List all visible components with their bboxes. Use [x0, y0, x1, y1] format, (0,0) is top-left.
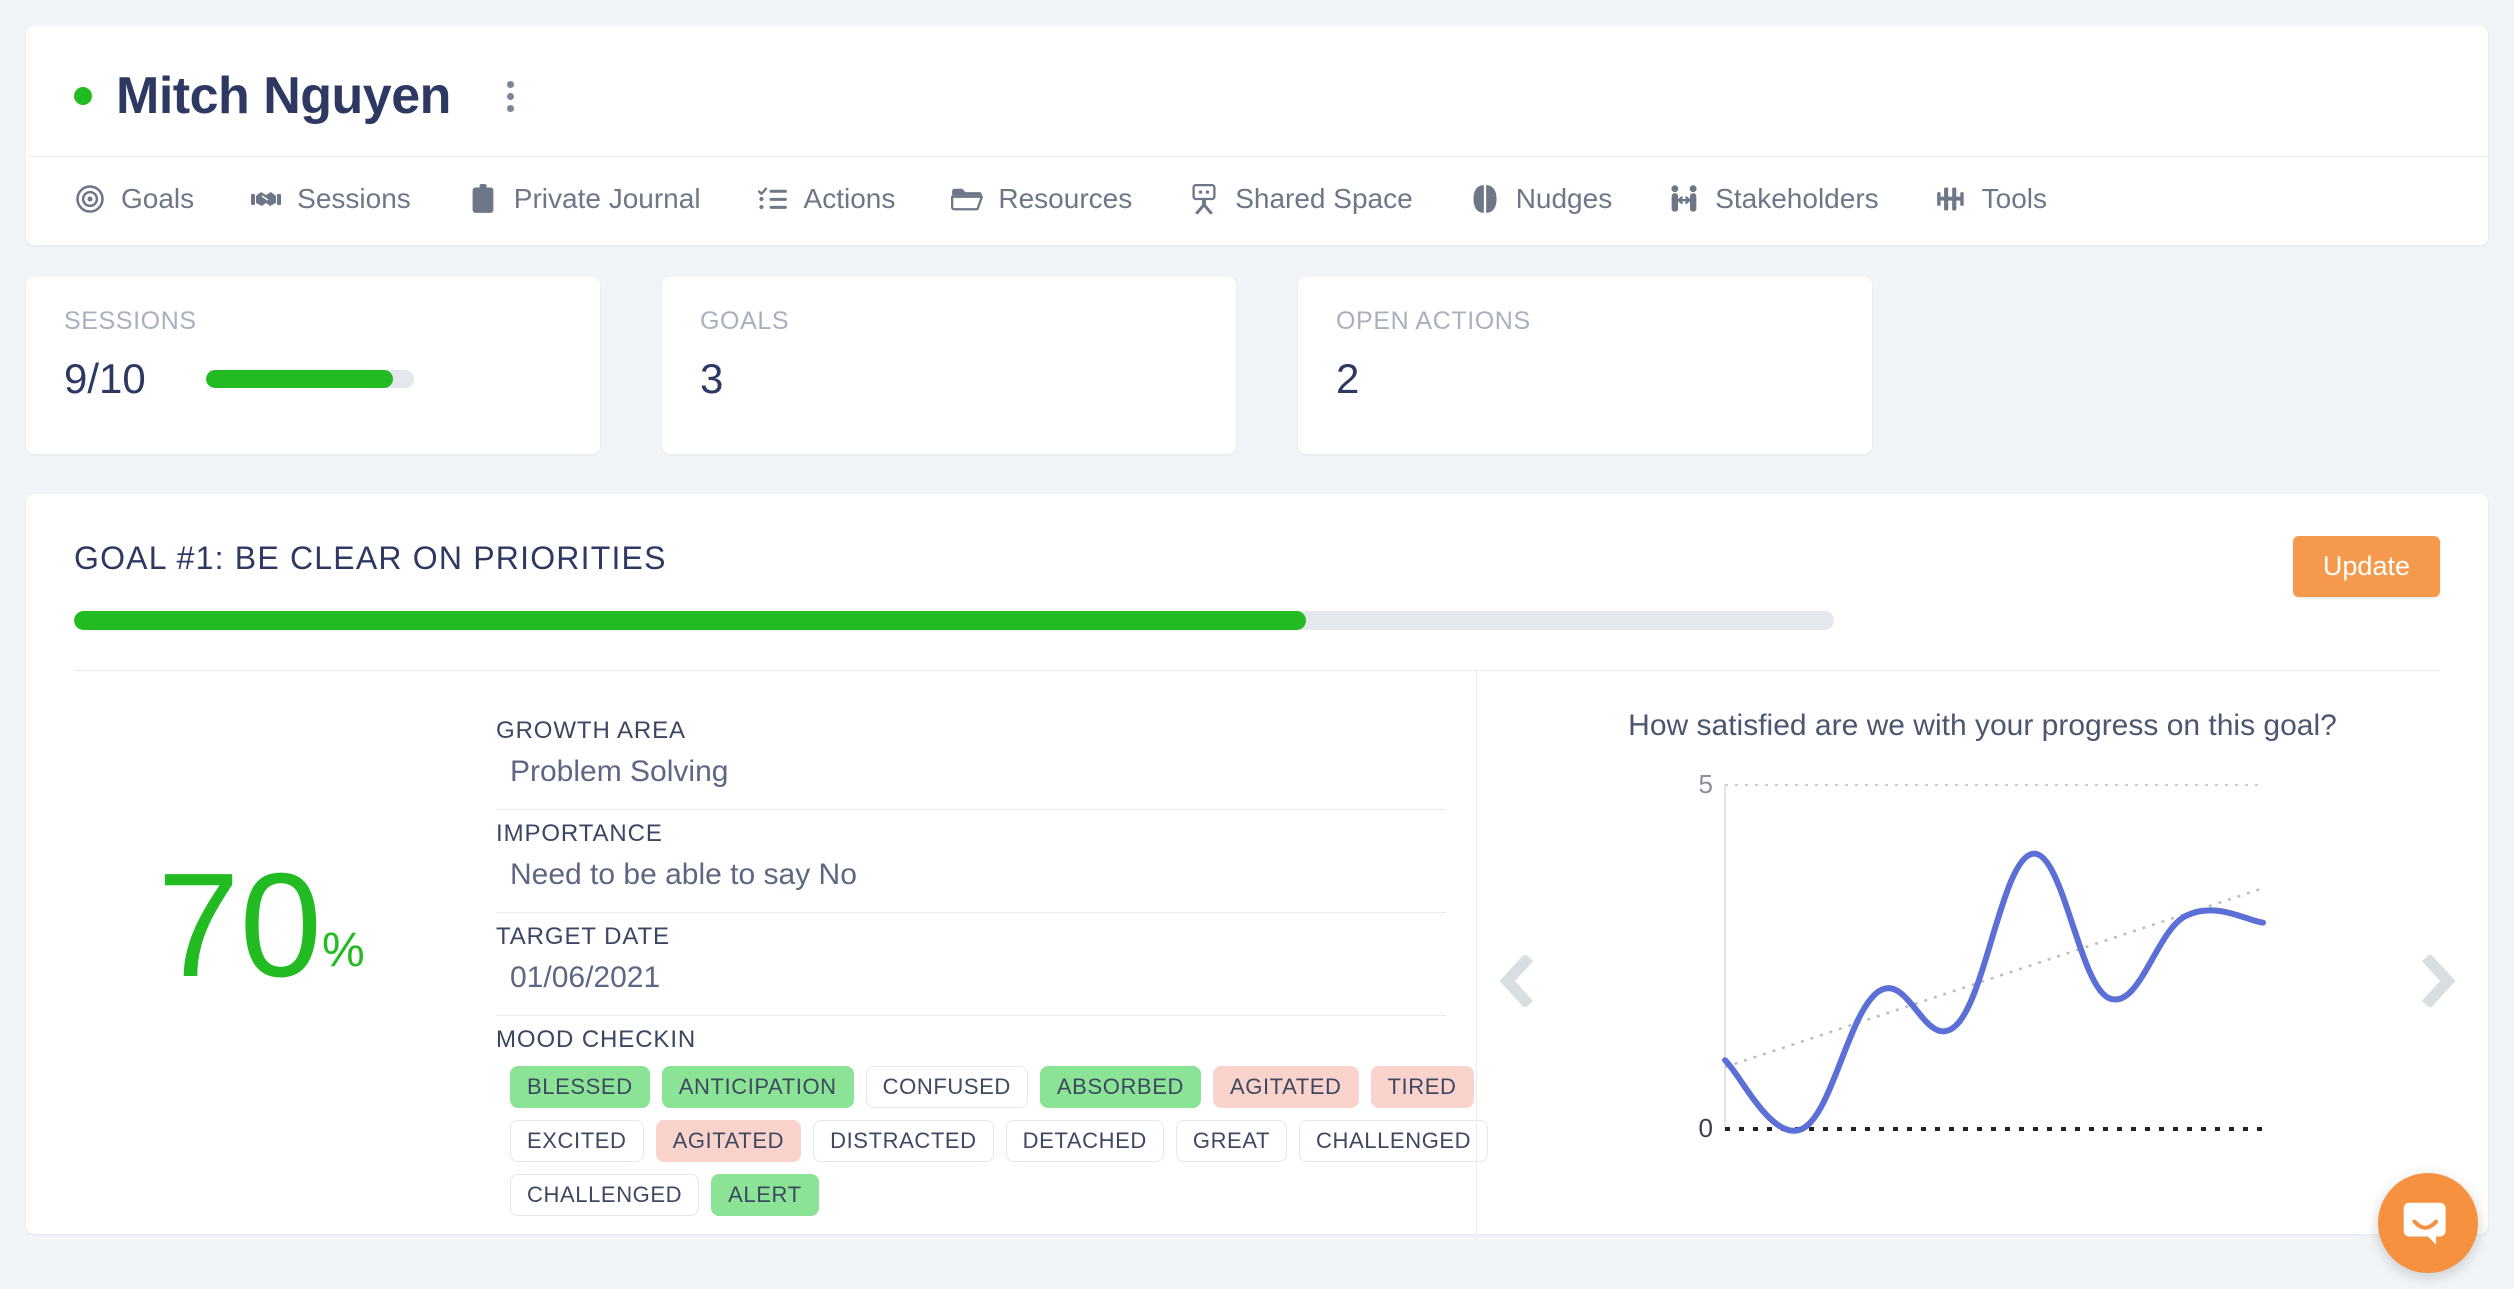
- field-target-date: TARGET DATE 01/06/2021: [496, 913, 1446, 1016]
- nav-item-actions[interactable]: Actions: [757, 183, 896, 215]
- nav-label: Private Journal: [514, 185, 701, 213]
- intercom-chat-icon[interactable]: [2378, 1173, 2478, 1273]
- y-axis-tick-bottom: 0: [1698, 1113, 1712, 1143]
- stat-value: 2: [1336, 358, 1359, 400]
- update-button[interactable]: Update: [2293, 536, 2440, 597]
- field-value: 01/06/2021: [496, 961, 1446, 995]
- nav-label: Resources: [998, 185, 1132, 213]
- mood-tag[interactable]: AGITATED: [656, 1120, 802, 1162]
- mood-tag[interactable]: TIRED: [1371, 1066, 1474, 1108]
- nav-label: Tools: [1982, 185, 2047, 213]
- folder-open-icon: [951, 183, 983, 215]
- chart-title: How satisfied are we with your progress …: [1628, 709, 2337, 743]
- page-root: Mitch Nguyen Goals Sessions: [0, 26, 2514, 1289]
- stat-body: 3: [700, 358, 1198, 400]
- field-mood-checkin: MOOD CHECKIN BLESSED ANTICIPATION CONFUSED…: [496, 1016, 1446, 1226]
- nav-item-tools[interactable]: Tools: [1935, 183, 2047, 215]
- online-status-dot: [74, 87, 92, 105]
- field-label: TARGET DATE: [496, 923, 1446, 951]
- sliders-icon: [1935, 183, 1967, 215]
- satisfaction-line-chart: 5 0: [1683, 757, 2283, 1177]
- mood-tag-row: CHALLENGED ALERT: [510, 1174, 1446, 1216]
- nav-item-goals[interactable]: Goals: [74, 183, 194, 215]
- stat-body: 9/10: [64, 358, 562, 400]
- field-value: Problem Solving: [496, 755, 1446, 789]
- goal-percent-block: 70 %: [26, 671, 496, 1234]
- client-header-top: Mitch Nguyen: [26, 26, 2488, 156]
- mood-tag-list: BLESSED ANTICIPATION CONFUSED ABSORBED AGITA…: [496, 1066, 1446, 1216]
- goal-card: GOAL #1: BE CLEAR ON PRIORITIES Update 7…: [26, 494, 2488, 1234]
- mood-tag[interactable]: GREAT: [1176, 1120, 1287, 1162]
- chart-plot-area: 5 0: [1683, 757, 2283, 1177]
- mood-tag[interactable]: ABSORBED: [1040, 1066, 1201, 1108]
- nav-item-nudges[interactable]: Nudges: [1469, 183, 1613, 215]
- stat-label: SESSIONS: [64, 307, 562, 336]
- satisfaction-chart-panel: How satisfied are we with your progress …: [1476, 671, 2488, 1234]
- goal-header: GOAL #1: BE CLEAR ON PRIORITIES Update: [26, 494, 2488, 671]
- mood-tag[interactable]: EXCITED: [510, 1120, 644, 1162]
- stat-label: GOALS: [700, 307, 1198, 336]
- people-icon: [1668, 183, 1700, 215]
- nav-item-shared-space[interactable]: Shared Space: [1188, 183, 1412, 215]
- goal-progress-bar: [74, 611, 1834, 630]
- goal-body: 70 % GROWTH AREA Problem Solving IMPORTA…: [26, 671, 2488, 1234]
- checklist-icon: [757, 183, 789, 215]
- satisfaction-series-line: [1725, 854, 2263, 1131]
- nav-item-stakeholders[interactable]: Stakeholders: [1668, 183, 1878, 215]
- stat-value: 3: [700, 358, 723, 400]
- mood-tag[interactable]: CONFUSED: [866, 1066, 1028, 1108]
- mood-tag[interactable]: CHALLENGED: [1299, 1120, 1488, 1162]
- field-label: GROWTH AREA: [496, 717, 1446, 745]
- primary-nav: Goals Sessions Private Journal: [26, 157, 2488, 245]
- mood-tag[interactable]: CHALLENGED: [510, 1174, 699, 1216]
- nav-label: Shared Space: [1235, 185, 1412, 213]
- target-icon: [74, 183, 106, 215]
- mood-tag[interactable]: BLESSED: [510, 1066, 650, 1108]
- stat-card-sessions: SESSIONS 9/10: [26, 277, 600, 454]
- sessions-progress-bar: [206, 370, 414, 388]
- brain-icon: [1469, 183, 1501, 215]
- goal-title: GOAL #1: BE CLEAR ON PRIORITIES: [74, 540, 2440, 577]
- mood-tag-row: EXCITEDAGITATEDDISTRACTEDDETACHEDGREATCH…: [510, 1120, 1446, 1162]
- mood-tag-row: BLESSED ANTICIPATION CONFUSED ABSORBED AGITA…: [510, 1066, 1446, 1108]
- stat-card-open-actions: OPEN ACTIONS 2: [1298, 277, 1872, 454]
- stats-row: SESSIONS 9/10 GOALS 3 OPEN ACTIONS 2: [26, 277, 2488, 454]
- page-title: Mitch Nguyen: [116, 70, 451, 122]
- field-label: IMPORTANCE: [496, 820, 1446, 848]
- field-value: Need to be able to say No: [496, 858, 1446, 892]
- chevron-right-icon[interactable]: [2406, 949, 2470, 1013]
- presentation-icon: [1188, 183, 1220, 215]
- stat-value: 9/10: [64, 358, 146, 400]
- stat-label: OPEN ACTIONS: [1336, 307, 1834, 336]
- mood-tag[interactable]: DETACHED: [1006, 1120, 1164, 1162]
- nav-label: Sessions: [297, 185, 411, 213]
- goal-fields: GROWTH AREA Problem Solving IMPORTANCE N…: [496, 671, 1476, 1234]
- field-importance: IMPORTANCE Need to be able to say No: [496, 810, 1446, 913]
- stat-card-goals: GOALS 3: [662, 277, 1236, 454]
- nav-label: Actions: [804, 185, 896, 213]
- kebab-menu-icon[interactable]: [497, 75, 524, 118]
- nav-item-sessions[interactable]: Sessions: [250, 183, 411, 215]
- nav-label: Nudges: [1516, 185, 1613, 213]
- mood-tag[interactable]: ALERT: [711, 1174, 819, 1216]
- nav-label: Stakeholders: [1715, 185, 1878, 213]
- field-growth-area: GROWTH AREA Problem Solving: [496, 707, 1446, 810]
- goal-percent-value: 70: [157, 863, 322, 989]
- client-header-card: Mitch Nguyen Goals Sessions: [26, 26, 2488, 245]
- clipboard-icon: [467, 183, 499, 215]
- mood-tag[interactable]: AGITATED: [1213, 1066, 1359, 1108]
- y-axis-tick-top: 5: [1698, 769, 1712, 799]
- chevron-left-icon[interactable]: [1485, 949, 1549, 1013]
- nav-item-private-journal[interactable]: Private Journal: [467, 183, 701, 215]
- nav-label: Goals: [121, 185, 194, 213]
- goal-progress-fill: [74, 611, 1306, 630]
- nav-item-resources[interactable]: Resources: [951, 183, 1132, 215]
- mood-tag[interactable]: ANTICIPATION: [662, 1066, 854, 1108]
- field-label: MOOD CHECKIN: [496, 1026, 1446, 1054]
- stat-body: 2: [1336, 358, 1834, 400]
- sessions-progress-fill: [206, 370, 393, 388]
- goal-percent-sign: %: [322, 927, 365, 989]
- handshake-icon: [250, 183, 282, 215]
- mood-tag[interactable]: DISTRACTED: [813, 1120, 994, 1162]
